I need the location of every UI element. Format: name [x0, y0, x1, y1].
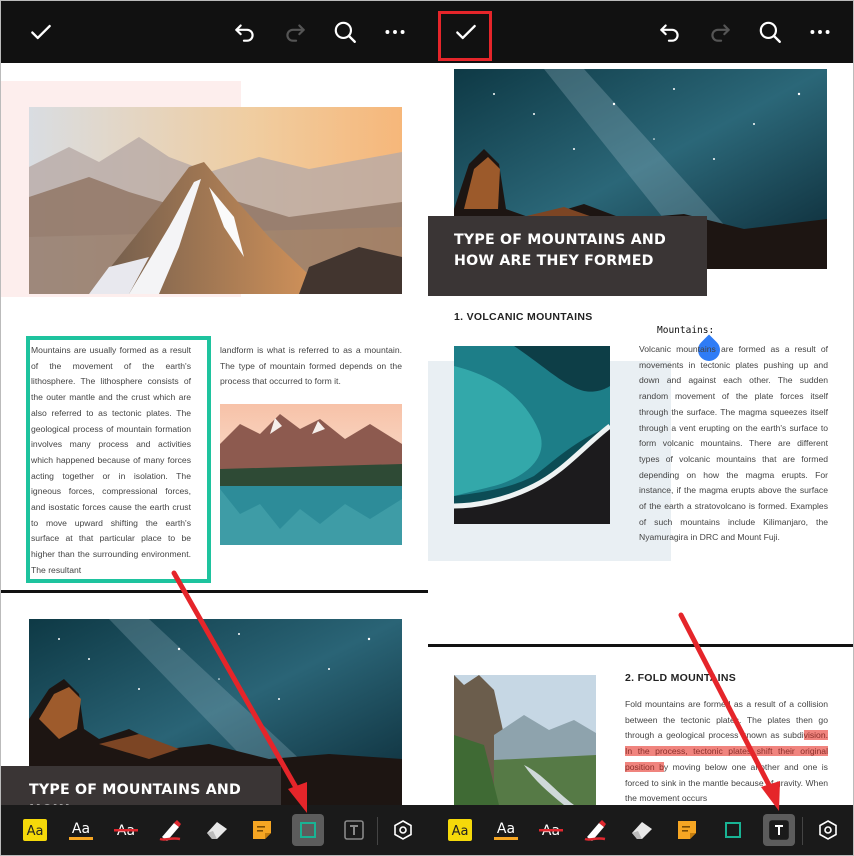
annotation-toolbar-left: Aa Aa Aa [1, 805, 428, 855]
page-document-right: TYPE OF MOUNTAINS AND HOW ARE THEY FORME… [428, 63, 853, 807]
rectangle-icon[interactable] [292, 814, 324, 846]
fold-body-text: Fold mountains are formed as a result of… [625, 697, 828, 807]
top-toolbar-right [428, 1, 853, 63]
text-box-icon[interactable] [763, 814, 795, 846]
volcanic-body-text: Volcanic mountains are formed as a resul… [639, 344, 828, 543]
screenshot-root: Mountains are usually formed as a result… [0, 0, 854, 856]
rectangle-annotation[interactable] [26, 336, 211, 583]
svg-text:Aa: Aa [72, 821, 90, 837]
sticky-note-icon[interactable] [671, 814, 703, 846]
pen-icon[interactable] [155, 814, 187, 846]
svg-text:Aa: Aa [27, 824, 44, 839]
lake-mountain-photo [220, 404, 402, 545]
undo-icon[interactable] [230, 17, 260, 47]
section-title-fold: 2. FOLD MOUNTAINS [625, 672, 737, 684]
section-title-volcanic: 1. VOLCANIC MOUNTAINS [454, 311, 593, 323]
svg-text:Aa: Aa [497, 821, 515, 837]
section-divider-right [428, 644, 853, 647]
heading-band-right: TYPE OF MOUNTAINS AND HOW ARE THEY FORME… [428, 216, 707, 296]
heading-band-left: TYPE OF MOUNTAINS AND HOW [1, 766, 281, 819]
page-document-left: Mountains are usually formed as a result… [1, 63, 428, 819]
annotation-toolbar-right: Aa Aa Aa [428, 805, 853, 855]
right-pane: TYPE OF MOUNTAINS AND HOW ARE THEY FORME… [428, 1, 853, 855]
underline-text-icon[interactable]: Aa [65, 814, 97, 846]
strikethrough-text-icon[interactable]: Aa [535, 814, 567, 846]
svg-text:Aa: Aa [452, 824, 469, 839]
eraser-icon[interactable] [626, 814, 658, 846]
check-icon[interactable] [26, 17, 56, 47]
settings-icon[interactable] [387, 814, 419, 846]
typed-text-annotation[interactable]: Mountains: [657, 325, 714, 336]
mountain-sunset-photo [29, 107, 402, 294]
sticky-note-icon[interactable] [246, 814, 278, 846]
strikethrough-text-icon[interactable]: Aa [110, 814, 142, 846]
valley-mountain-photo [454, 675, 596, 805]
heading-right-text: TYPE OF MOUNTAINS AND HOW ARE THEY FORME… [454, 232, 666, 269]
redo-icon[interactable] [705, 17, 735, 47]
settings-icon[interactable] [812, 814, 844, 846]
rectangle-icon[interactable] [717, 814, 749, 846]
left-pane: Mountains are usually formed as a result… [1, 1, 428, 855]
undo-icon[interactable] [655, 17, 685, 47]
more-icon[interactable] [805, 17, 835, 47]
confirm-highlight-box [438, 11, 492, 61]
fold-text-before: Fold mountains are formed as a result of… [625, 699, 828, 741]
pen-icon[interactable] [580, 814, 612, 846]
eraser-icon[interactable] [201, 814, 233, 846]
body-text-column-2: landform is what is referred to as a mou… [220, 345, 402, 387]
text-box-icon[interactable] [338, 814, 370, 846]
top-toolbar-left [1, 1, 428, 63]
typed-text-label: Mountains: [657, 325, 715, 336]
toolbar-divider [377, 817, 378, 845]
more-icon[interactable] [380, 17, 410, 47]
underline-text-icon[interactable]: Aa [490, 814, 522, 846]
section-divider [1, 590, 428, 593]
highlight-text-icon[interactable]: Aa [19, 814, 51, 846]
toolbar-divider [802, 817, 803, 845]
search-icon[interactable] [330, 17, 360, 47]
volcanic-coast-photo [454, 346, 610, 524]
highlight-text-icon[interactable]: Aa [444, 814, 476, 846]
redo-icon[interactable] [280, 17, 310, 47]
search-icon[interactable] [755, 17, 785, 47]
